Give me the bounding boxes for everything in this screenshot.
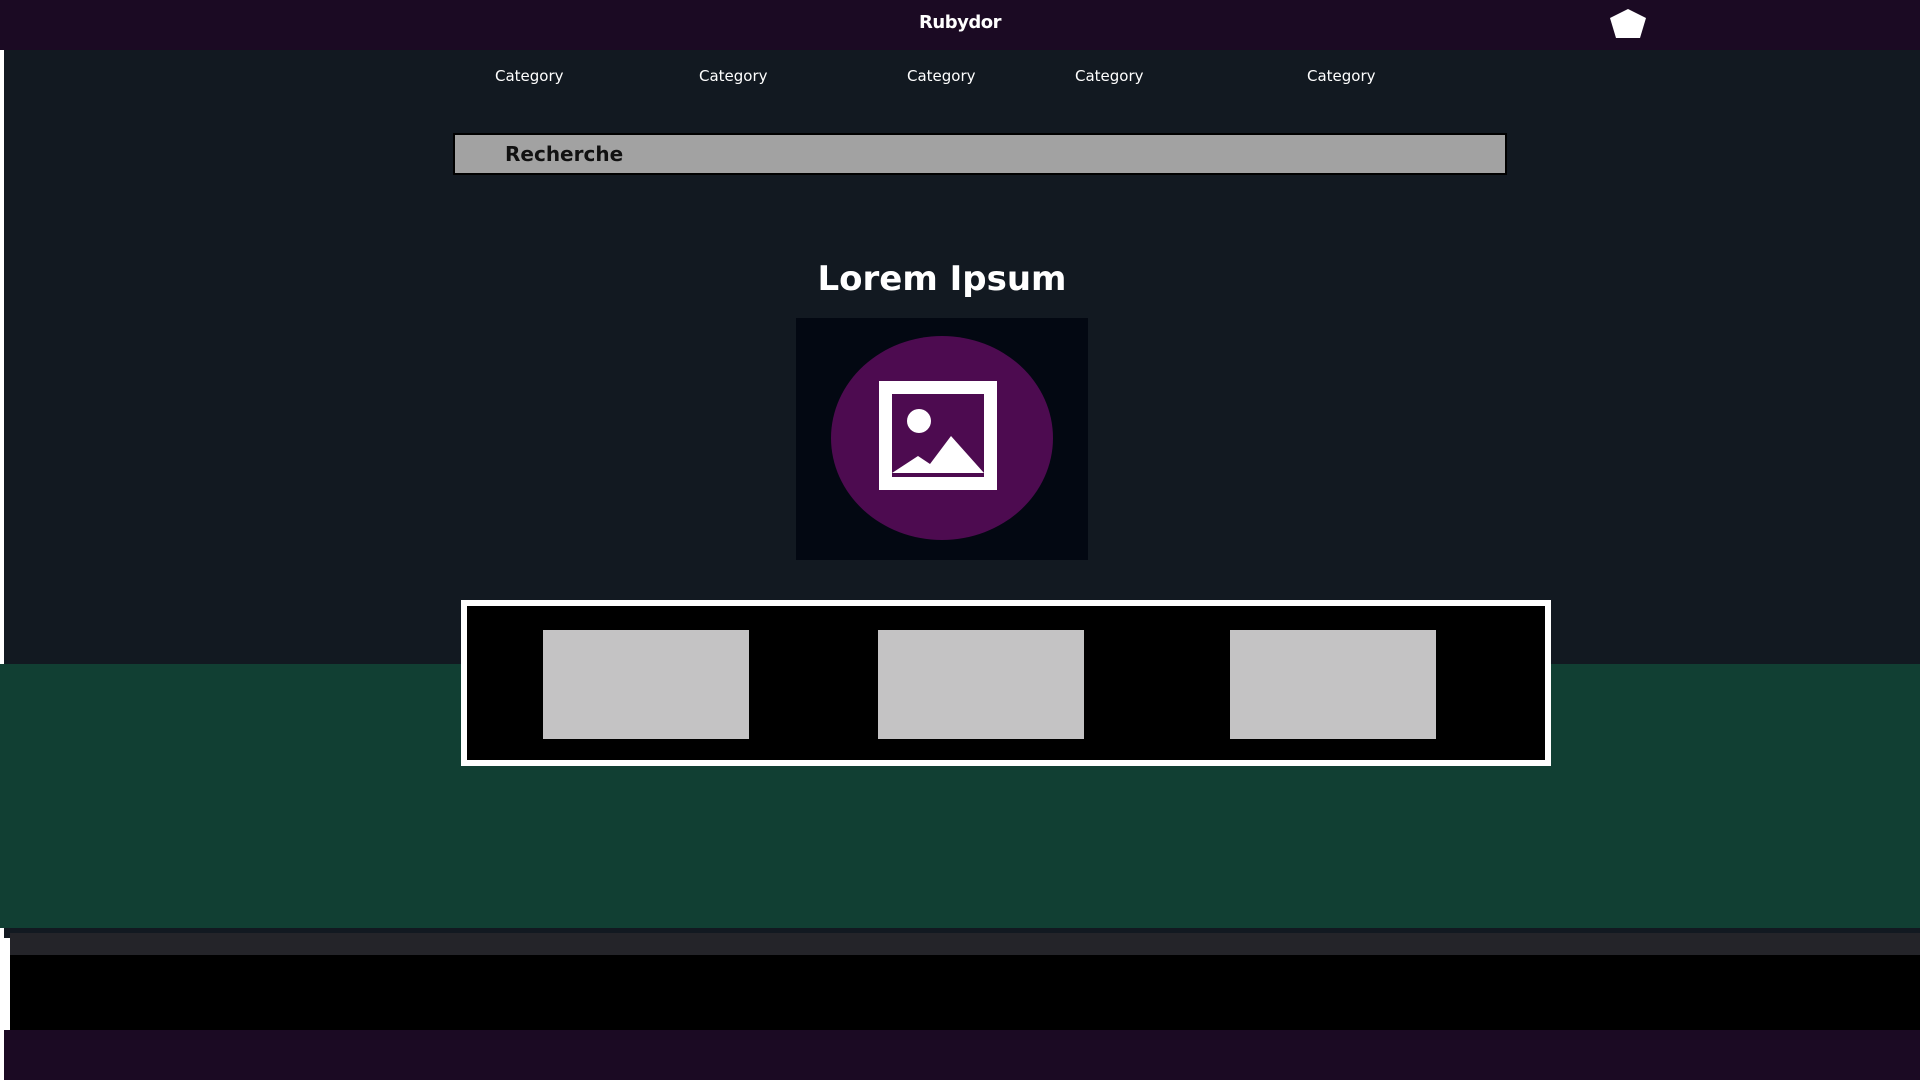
search-input[interactable]: Recherche (453, 133, 1507, 175)
nav-category-5[interactable]: Category (1307, 64, 1376, 88)
nav-category-3[interactable]: Category (907, 64, 976, 88)
page-title: Lorem Ipsum (817, 259, 1067, 299)
brand-name: Rubydor (919, 12, 1001, 33)
nav-category-2[interactable]: Category (699, 64, 768, 88)
footer-band (10, 955, 1920, 1030)
nav-category-1[interactable]: Category (495, 64, 564, 88)
carousel-thumbnail-3[interactable] (1230, 630, 1436, 739)
pentagon-gem-icon[interactable] (1608, 8, 1648, 40)
page: Rubydor Category Category Category Categ… (0, 0, 1920, 1080)
top-bar: Rubydor (0, 0, 1920, 50)
carousel-thumbnail-2[interactable] (878, 630, 1084, 739)
category-nav: Category Category Category Category Cate… (0, 64, 1920, 88)
carousel-thumbnail-1[interactable] (543, 630, 749, 739)
footer-bottom-bar (4, 1030, 1920, 1080)
search-placeholder: Recherche (505, 142, 624, 166)
carousel (461, 600, 1551, 766)
image-placeholder-icon (831, 336, 1053, 540)
nav-category-4[interactable]: Category (1075, 64, 1144, 88)
footer-top-strip (10, 933, 1920, 955)
hero-image (796, 318, 1088, 560)
